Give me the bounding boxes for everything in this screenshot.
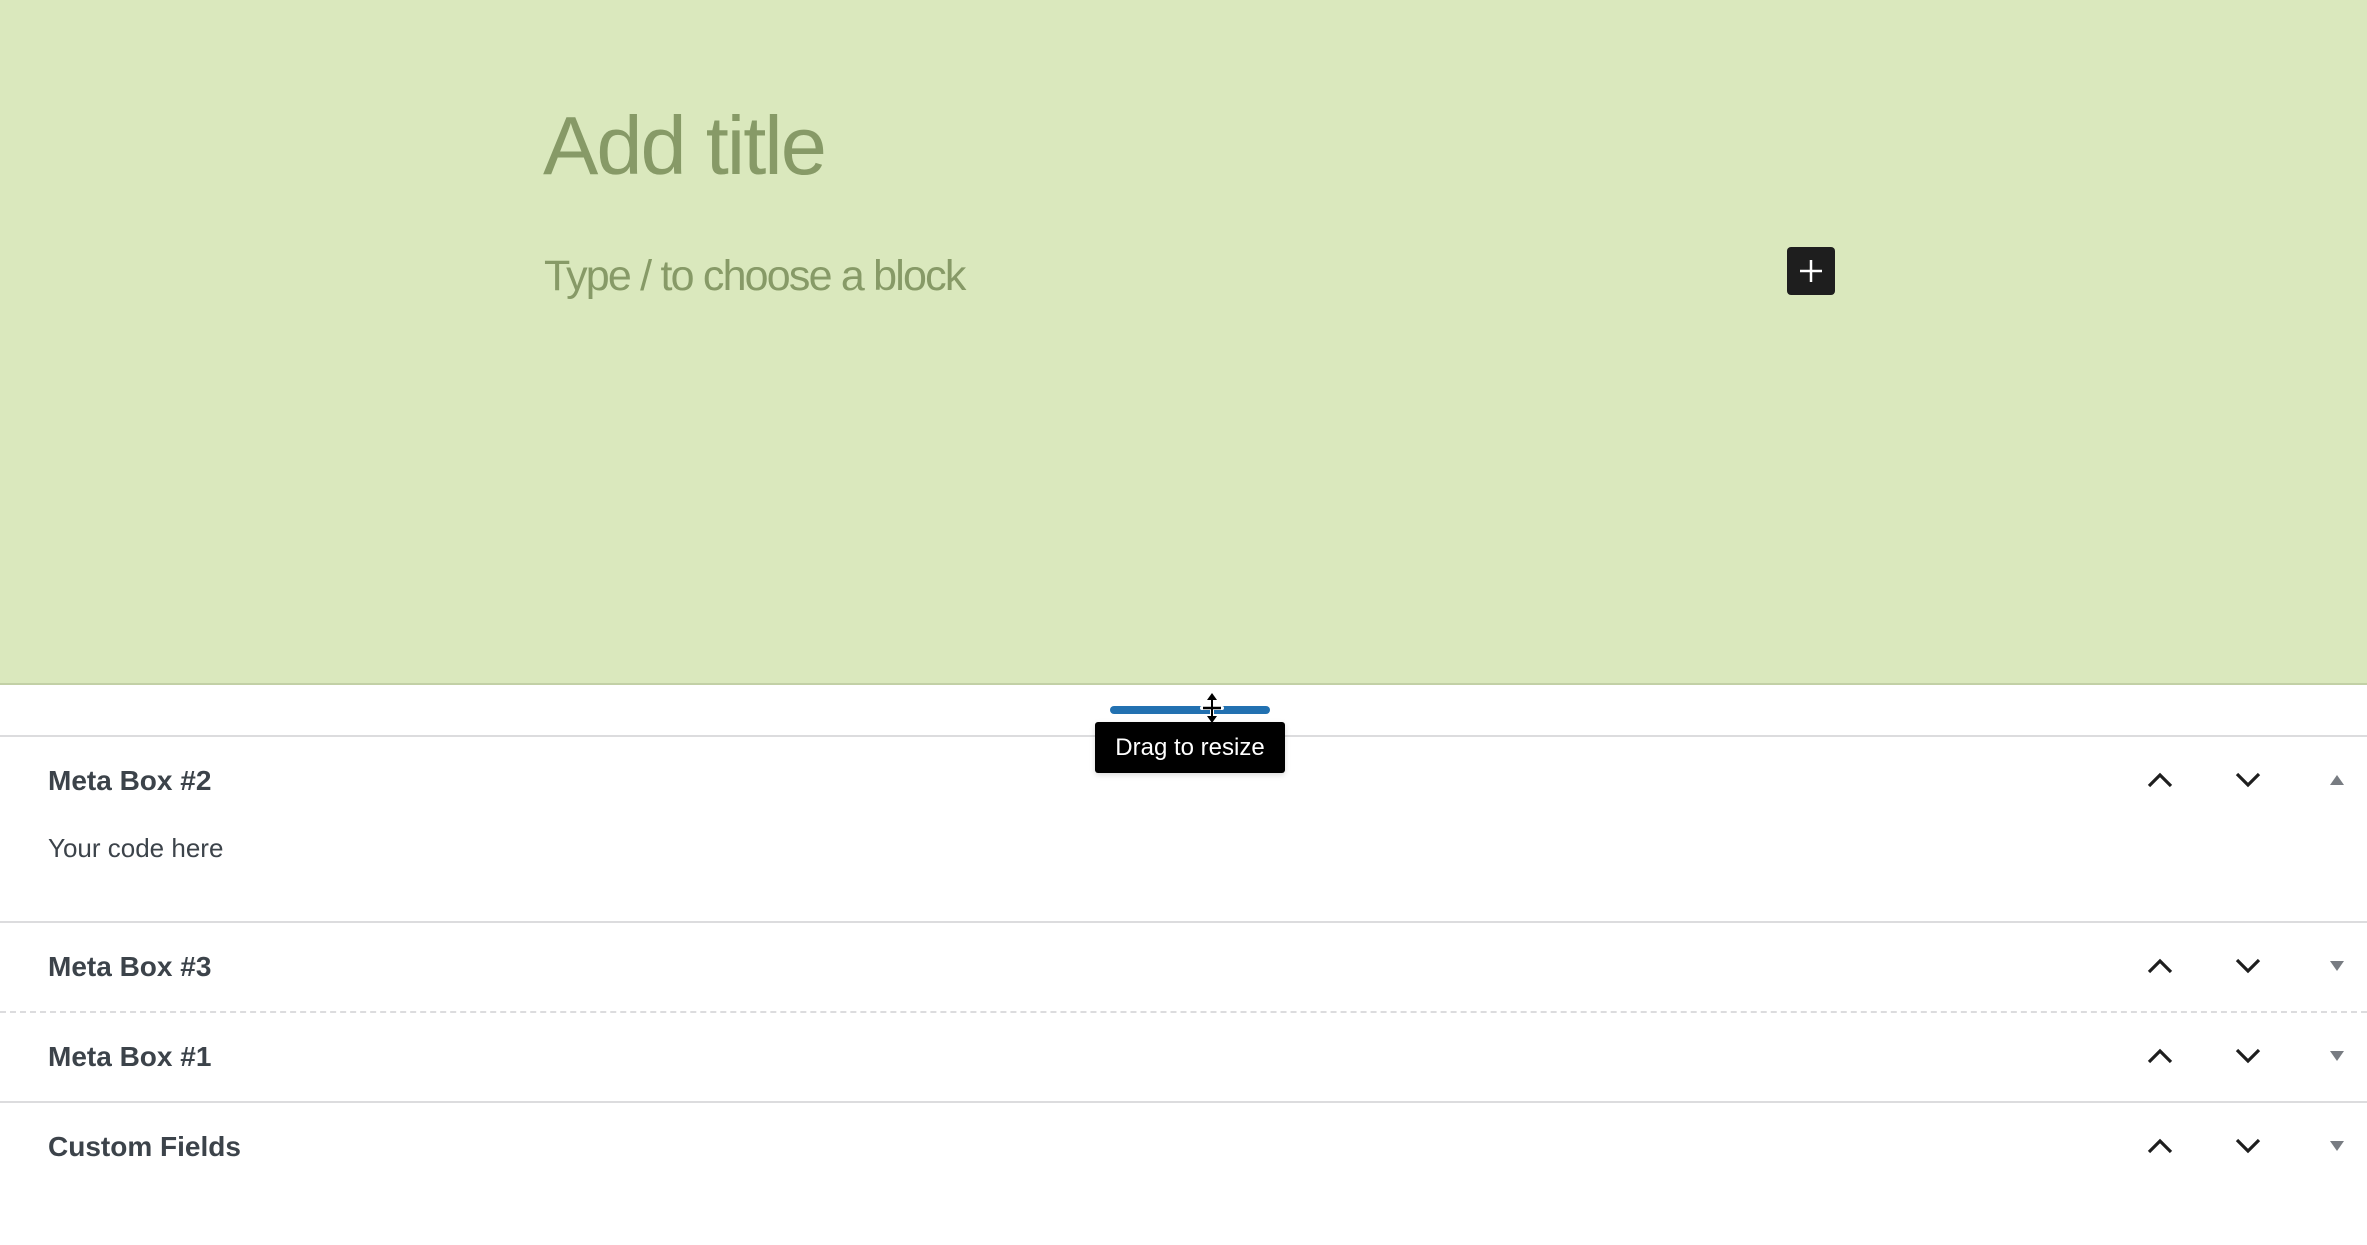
- chevron-up-icon: [2146, 1137, 2174, 1158]
- metabox-controls: [2107, 1103, 2367, 1191]
- metabox-custom-fields: Custom Fields: [0, 1101, 2367, 1191]
- chevron-down-icon: [2234, 771, 2262, 792]
- metabox-area: Meta Box #2 Your code here Meta Box #3 M…: [0, 735, 2367, 1191]
- metabox-header[interactable]: Custom Fields: [0, 1103, 2367, 1191]
- drag-to-resize-tooltip: Drag to resize: [1095, 722, 1285, 773]
- metabox-title[interactable]: Meta Box #2: [48, 765, 211, 797]
- metabox-title[interactable]: Meta Box #3: [48, 951, 211, 983]
- metabox-header[interactable]: Meta Box #3: [0, 923, 2367, 1011]
- move-down-button[interactable]: [2226, 759, 2270, 803]
- move-down-button[interactable]: [2226, 1035, 2270, 1079]
- chevron-down-icon: [2234, 957, 2262, 978]
- metabox-controls: [2107, 1013, 2367, 1101]
- post-title-input[interactable]: Add title: [543, 96, 827, 196]
- triangle-up-icon: [2329, 774, 2345, 789]
- chevron-down-icon: [2234, 1137, 2262, 1158]
- metabox-controls: [2107, 923, 2367, 1011]
- toggle-panel-button[interactable]: [2315, 1125, 2359, 1169]
- toggle-panel-button[interactable]: [2315, 759, 2359, 803]
- chevron-up-icon: [2146, 957, 2174, 978]
- resize-handle[interactable]: [1110, 706, 1270, 714]
- metabox-content-text: Your code here: [48, 833, 224, 863]
- toggle-panel-button[interactable]: [2315, 1035, 2359, 1079]
- move-up-button[interactable]: [2138, 759, 2182, 803]
- triangle-down-icon: [2329, 960, 2345, 975]
- metabox-title[interactable]: Meta Box #1: [48, 1041, 211, 1073]
- block-appender-placeholder[interactable]: Type / to choose a block: [544, 248, 966, 304]
- metabox-controls: [2107, 737, 2367, 825]
- plus-icon: [1798, 258, 1824, 284]
- triangle-down-icon: [2329, 1050, 2345, 1065]
- triangle-down-icon: [2329, 1140, 2345, 1155]
- editor-canvas: Add title Type / to choose a block: [0, 0, 2367, 685]
- block-inserter-button[interactable]: [1787, 247, 1835, 295]
- move-down-button[interactable]: [2226, 1125, 2270, 1169]
- chevron-up-icon: [2146, 1047, 2174, 1068]
- chevron-down-icon: [2234, 1047, 2262, 1068]
- metabox-header[interactable]: Meta Box #1: [0, 1013, 2367, 1101]
- move-up-button[interactable]: [2138, 1125, 2182, 1169]
- metabox-title[interactable]: Custom Fields: [48, 1131, 241, 1163]
- chevron-up-icon: [2146, 771, 2174, 792]
- move-up-button[interactable]: [2138, 945, 2182, 989]
- metabox-content: Your code here: [0, 825, 2367, 921]
- move-down-button[interactable]: [2226, 945, 2270, 989]
- block-editor: Add title Type / to choose a block Drag …: [0, 0, 2367, 1245]
- toggle-panel-button[interactable]: [2315, 945, 2359, 989]
- metabox-3: Meta Box #3: [0, 921, 2367, 1011]
- metabox-1: Meta Box #1: [0, 1011, 2367, 1101]
- move-up-button[interactable]: [2138, 1035, 2182, 1079]
